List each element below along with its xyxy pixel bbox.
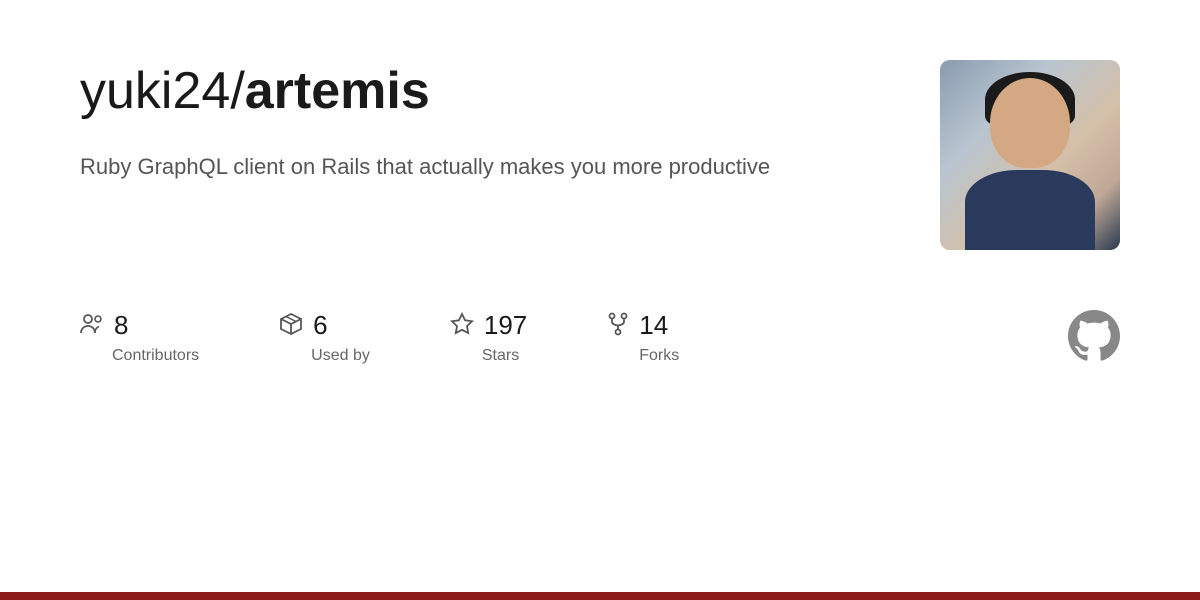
stat-top-contributors: 8 <box>80 310 128 341</box>
stat-top-used-by: 6 <box>279 310 327 341</box>
stat-forks[interactable]: 14 Forks <box>607 310 679 365</box>
avatar-image <box>940 60 1120 250</box>
forks-count: 14 <box>639 310 668 341</box>
package-icon <box>279 312 303 340</box>
stars-label: Stars <box>482 347 519 365</box>
used-by-label: Used by <box>311 347 370 365</box>
star-icon <box>450 312 474 340</box>
avatar <box>940 60 1120 250</box>
main-content: yuki24/artemis Ruby GraphQL client on Ra… <box>0 0 1200 250</box>
stat-contributors[interactable]: 8 Contributors <box>80 310 199 365</box>
left-section: yuki24/artemis Ruby GraphQL client on Ra… <box>80 60 900 183</box>
used-by-count: 6 <box>313 310 327 341</box>
repo-title: yuki24/artemis <box>80 60 900 122</box>
github-icon-container <box>759 310 1120 362</box>
stars-count: 197 <box>484 310 527 341</box>
fork-icon <box>607 312 629 340</box>
repo-name: artemis <box>245 62 430 120</box>
stats-section: 8 Contributors 6 Used by <box>0 250 1200 365</box>
avatar-section <box>940 60 1120 250</box>
people-icon <box>80 313 104 339</box>
contributors-label: Contributors <box>112 347 199 365</box>
stat-stars[interactable]: 197 Stars <box>450 310 527 365</box>
stat-used-by[interactable]: 6 Used by <box>279 310 370 365</box>
avatar-body <box>965 170 1095 250</box>
repo-description: Ruby GraphQL client on Rails that actual… <box>80 150 800 183</box>
github-icon[interactable] <box>1068 310 1120 362</box>
stat-top-forks: 14 <box>607 310 668 341</box>
contributors-count: 8 <box>114 310 128 341</box>
forks-label: Forks <box>639 347 679 365</box>
repo-owner: yuki24/ <box>80 62 245 120</box>
avatar-face <box>990 78 1070 168</box>
bottom-bar <box>0 592 1200 600</box>
stat-top-stars: 197 <box>450 310 527 341</box>
